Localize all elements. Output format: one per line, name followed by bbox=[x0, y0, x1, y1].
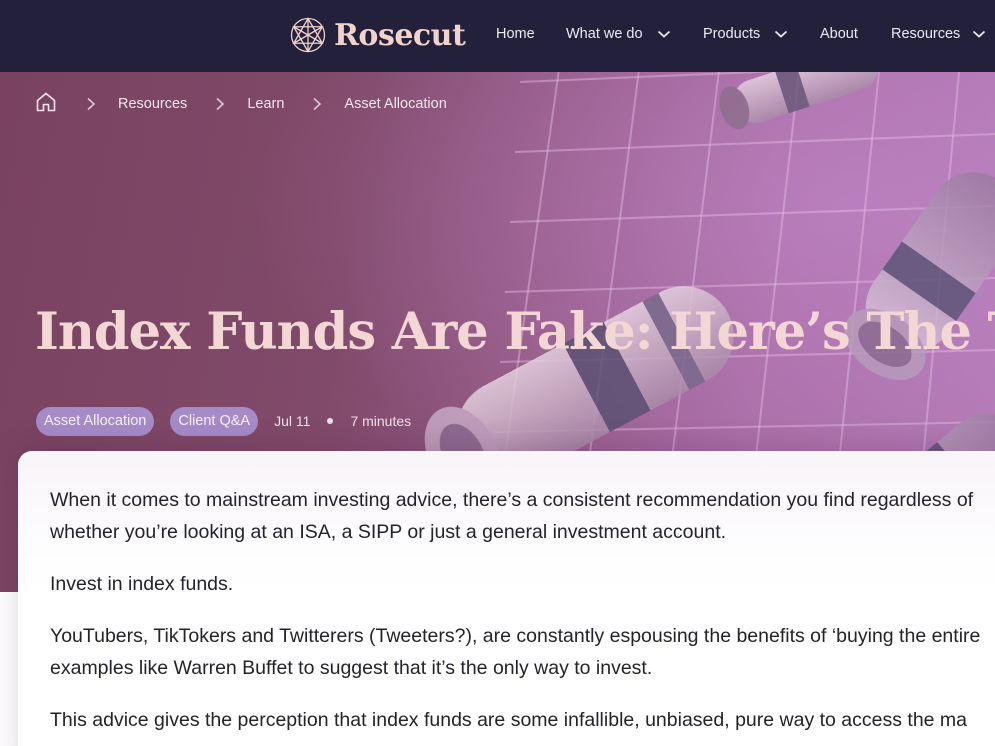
tag-asset-allocation[interactable]: Asset Allocation bbox=[36, 406, 155, 436]
nav-label: Home bbox=[496, 26, 535, 42]
breadcrumb: Resources Learn Asset Allocation bbox=[34, 92, 447, 116]
chevron-right-icon bbox=[87, 97, 96, 111]
nav-label: Products bbox=[703, 26, 761, 42]
breadcrumb-resources[interactable]: Resources bbox=[118, 96, 187, 112]
breadcrumb-learn[interactable]: Learn bbox=[247, 96, 284, 112]
nav-resources[interactable]: Resources bbox=[891, 24, 986, 44]
nav-home[interactable]: Home bbox=[496, 24, 535, 44]
meta-separator-dot bbox=[327, 418, 334, 424]
brand-logo[interactable]: Rosecut bbox=[290, 15, 466, 55]
page-title: Index Funds Are Fake: Here’s The Truth bbox=[35, 302, 995, 362]
paragraph-line: When it comes to mainstream investing ad… bbox=[50, 489, 974, 511]
paragraph-line: whether you’re looking at an ISA, a SIPP… bbox=[50, 521, 727, 543]
article-paragraph: This advice gives the perception that in… bbox=[50, 704, 995, 736]
article-paragraph: Invest in index funds. bbox=[50, 568, 995, 600]
brand-name: Rosecut bbox=[334, 17, 466, 53]
nav-label: About bbox=[820, 26, 858, 42]
top-navigation: Rosecut Home What we do Products About R… bbox=[0, 0, 995, 72]
rosecut-logo-icon bbox=[290, 17, 326, 53]
nav-what-we-do[interactable]: What we do bbox=[566, 24, 671, 44]
chevron-right-icon bbox=[216, 97, 225, 111]
read-time: 7 minutes bbox=[350, 413, 412, 429]
nav-label: Resources bbox=[891, 26, 961, 42]
article-body: When it comes to mainstream investing ad… bbox=[50, 484, 995, 746]
paragraph-line: Invest in index funds. bbox=[50, 573, 234, 595]
breadcrumb-asset-allocation[interactable]: Asset Allocation bbox=[344, 96, 446, 112]
article-paragraph: When it comes to mainstream investing ad… bbox=[50, 484, 995, 548]
paragraph-line: examples like Warren Buffet to suggest t… bbox=[50, 657, 653, 679]
article-meta: Asset Allocation Client Q&A Jul 11 7 min… bbox=[36, 406, 411, 436]
article-paragraph: YouTubers, TikTokers and Twitterers (Twe… bbox=[50, 620, 995, 684]
publish-date: Jul 11 bbox=[274, 413, 311, 429]
tag-client-qa[interactable]: Client Q&A bbox=[170, 406, 259, 436]
chevron-down-icon bbox=[973, 30, 986, 38]
breadcrumb-home[interactable] bbox=[34, 90, 58, 119]
nav-products[interactable]: Products bbox=[703, 24, 788, 44]
paragraph-line: This advice gives the perception that in… bbox=[50, 709, 968, 731]
home-icon bbox=[36, 92, 56, 111]
nav-about[interactable]: About bbox=[820, 24, 858, 44]
chevron-down-icon bbox=[775, 30, 788, 38]
chevron-down-icon bbox=[657, 30, 670, 38]
chevron-right-icon bbox=[313, 97, 322, 111]
nav-label: What we do bbox=[566, 26, 643, 42]
paragraph-line: YouTubers, TikTokers and Twitterers (Twe… bbox=[50, 625, 981, 647]
